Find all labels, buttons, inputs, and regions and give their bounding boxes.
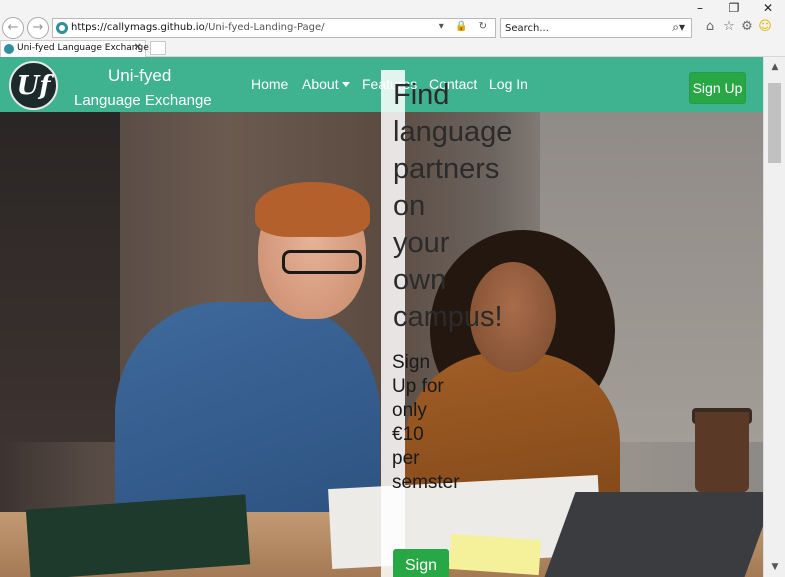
search-input[interactable] xyxy=(505,21,655,36)
new-tab-button[interactable] xyxy=(150,41,166,55)
restore-button[interactable]: ❐ xyxy=(717,0,751,16)
minimize-button[interactable]: – xyxy=(683,0,717,16)
brand-name[interactable]: Uni-fyed xyxy=(108,66,171,86)
nav-link-home[interactable]: Home xyxy=(251,76,288,92)
address-bar[interactable]: https://callymags.github.io/Uni-fyed-Lan… xyxy=(52,18,496,38)
url-host: https://callymags.github.io xyxy=(71,22,205,33)
nav-link-about-label: About xyxy=(302,76,339,92)
page-scrollbar[interactable]: ▲ ▼ xyxy=(763,57,785,577)
favorites-star-icon[interactable]: ☆ xyxy=(721,19,737,35)
feedback-smiley-icon[interactable]: ☺ xyxy=(757,19,773,35)
nav-link-login[interactable]: Log In xyxy=(489,76,528,92)
settings-gear-icon[interactable]: ⚙ xyxy=(739,19,755,35)
tab-strip: Uni-fyed Language Exchange ✕ xyxy=(0,40,785,57)
hero-glasses xyxy=(282,250,362,274)
window-controls: – ❐ ✕ xyxy=(683,0,785,16)
url-path: /Uni-fyed-Landing-Page/ xyxy=(204,22,325,33)
hero-bg-window xyxy=(0,112,120,442)
hero-headline: Find language partners on your own campu… xyxy=(393,79,513,333)
back-arrow-icon[interactable]: ← xyxy=(2,17,24,39)
hero-coffee-cup xyxy=(695,412,749,492)
logo-mark: Uf xyxy=(16,71,51,101)
search-icon[interactable]: ⌕▾ xyxy=(672,20,685,35)
url-text[interactable]: https://callymags.github.io/Uni-fyed-Lan… xyxy=(71,22,325,33)
brand-subtitle[interactable]: Language Exchange xyxy=(74,92,212,109)
tab-favicon-icon xyxy=(4,44,14,54)
hero-signup-button[interactable]: Sign Up xyxy=(393,549,449,577)
home-icon[interactable]: ⌂ xyxy=(702,19,718,35)
address-bar-icons[interactable]: ▾ 🔒 ↻ xyxy=(439,21,491,32)
page-viewport: Uf Uni-fyed Language Exchange Home About… xyxy=(0,57,763,577)
browser-toolbar: – ❐ ✕ ← → https://callymags.github.io/Un… xyxy=(0,0,785,40)
hero-subheadline: Sign Up for only €10 per semster xyxy=(392,352,460,493)
tab-close-icon[interactable]: ✕ xyxy=(134,42,142,53)
scrollbar-thumb[interactable] xyxy=(768,83,781,163)
close-window-button[interactable]: ✕ xyxy=(751,0,785,16)
tab-title: Uni-fyed Language Exchange xyxy=(17,43,149,53)
chevron-down-icon xyxy=(341,82,350,87)
browser-search-box[interactable]: ⌕▾ xyxy=(500,18,692,38)
site-favicon-icon xyxy=(56,22,68,34)
navbar-signup-button[interactable]: Sign Up xyxy=(689,72,746,104)
forward-arrow-icon[interactable]: → xyxy=(27,17,49,39)
nav-link-about[interactable]: About xyxy=(302,76,350,92)
hero-notebook xyxy=(25,494,251,577)
brand-logo[interactable]: Uf xyxy=(9,61,58,110)
browser-tab[interactable]: Uni-fyed Language Exchange ✕ xyxy=(0,40,149,57)
scroll-down-icon[interactable]: ▼ xyxy=(764,557,785,577)
hero-sticky-notes xyxy=(448,533,542,576)
scroll-up-icon[interactable]: ▲ xyxy=(764,57,785,77)
hero-laptop xyxy=(544,492,763,577)
hero-man-hair xyxy=(255,182,370,237)
